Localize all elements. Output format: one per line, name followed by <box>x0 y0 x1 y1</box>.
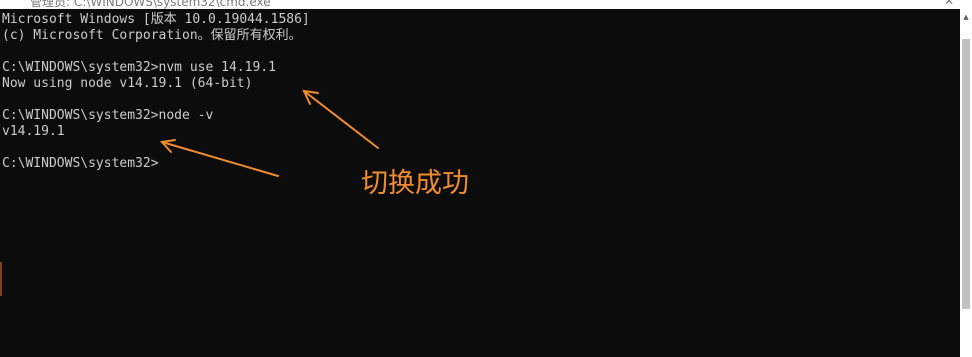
console-line-copyright: (c) Microsoft Corporation。保留所有权利。 <box>2 28 302 43</box>
prompt-text: C:\WINDOWS\system32> <box>2 156 159 171</box>
console-line-node-command: C:\WINDOWS\system32>node -v <box>2 108 214 123</box>
title-bar[interactable]: 管理员: C:\WINDOWS\system32\cmd.exe ✕ <box>0 0 972 9</box>
console-output[interactable]: Microsoft Windows [版本 10.0.19044.1586] (… <box>2 12 960 357</box>
window-title: 管理员: C:\WINDOWS\system32\cmd.exe <box>30 0 271 9</box>
cmd-window: 管理员: C:\WINDOWS\system32\cmd.exe ✕ Micro… <box>0 0 972 357</box>
console-prompt[interactable]: C:\WINDOWS\system32> <box>2 156 960 172</box>
console-line-nvm-output: Now using node v14.19.1 (64-bit) <box>2 76 253 91</box>
annotation-label: 切换成功 <box>361 168 469 199</box>
scroll-up-arrow-icon[interactable]: ▲ <box>960 11 972 23</box>
console-line-version: Microsoft Windows [版本 10.0.19044.1586] <box>2 12 310 27</box>
left-edge-marker <box>0 262 2 296</box>
text-cursor <box>159 165 166 167</box>
vertical-scrollbar[interactable]: ▲ <box>960 9 972 357</box>
scrollbar-thumb[interactable] <box>962 39 970 309</box>
console-line-nvm-command: C:\WINDOWS\system32>nvm use 14.19.1 <box>2 60 276 75</box>
console-line-node-output: v14.19.1 <box>2 124 65 139</box>
close-icon[interactable]: ✕ <box>944 0 954 8</box>
